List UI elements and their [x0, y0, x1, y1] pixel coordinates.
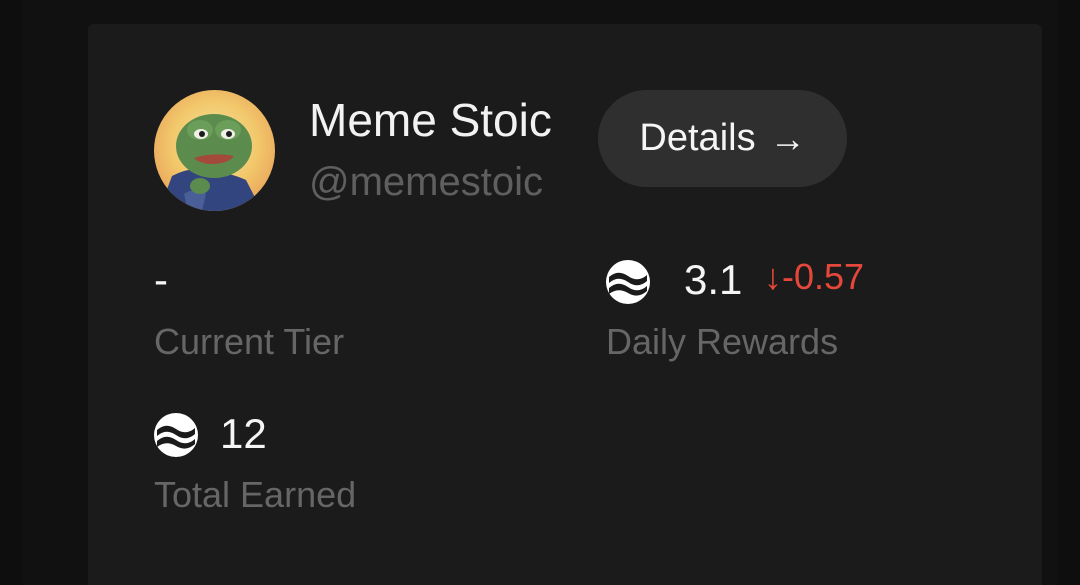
- daily-rewards-change-value: -0.57: [782, 256, 865, 297]
- app-background: Meme Stoic @memestoic Details → - Curren…: [0, 0, 1080, 585]
- profile-handle: @memestoic: [309, 160, 543, 204]
- arrow-right-icon: →: [769, 117, 806, 159]
- daily-rewards-value: 3.1: [684, 256, 743, 303]
- sui-coin-icon: [606, 260, 650, 309]
- current-tier-label: Current Tier: [154, 321, 345, 362]
- pepe-avatar-icon: [154, 90, 275, 211]
- current-tier-value: -: [154, 256, 168, 303]
- details-button-label: Details: [639, 117, 756, 159]
- profile-name: Meme Stoic: [309, 94, 552, 146]
- arrow-down-icon: ↓: [764, 256, 782, 297]
- details-button[interactable]: Details →: [598, 90, 847, 187]
- sui-coin-icon: [154, 413, 198, 462]
- profile-card: Meme Stoic @memestoic Details → - Curren…: [88, 24, 1042, 585]
- total-earned-label: Total Earned: [154, 474, 357, 515]
- content-panel: Meme Stoic @memestoic Details → - Curren…: [22, 0, 1058, 585]
- daily-rewards-change: ↓-0.57: [764, 254, 864, 300]
- total-earned-value: 12: [220, 410, 267, 457]
- avatar[interactable]: [154, 90, 275, 211]
- daily-rewards-label: Daily Rewards: [606, 321, 839, 362]
